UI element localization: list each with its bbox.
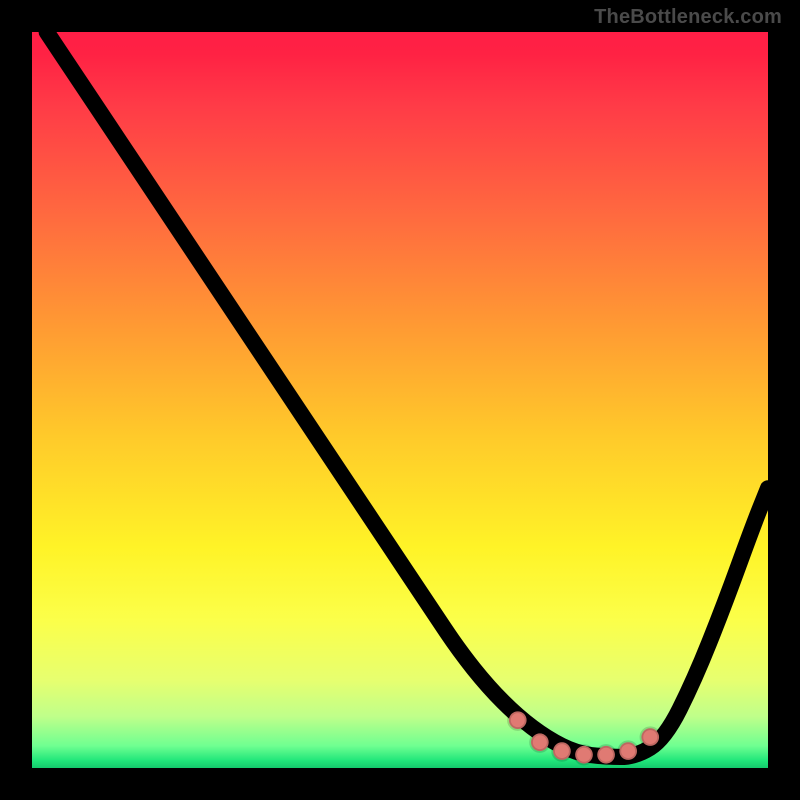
bottleneck-curve-path: [47, 32, 768, 757]
plot-area: [32, 32, 768, 768]
highlight-dot: [509, 711, 527, 729]
highlight-dot: [553, 742, 571, 760]
watermark-text: TheBottleneck.com: [594, 6, 782, 29]
highlight-dot: [619, 742, 637, 760]
curve-svg: [32, 32, 768, 768]
chart-frame: TheBottleneck.com: [0, 0, 800, 800]
highlight-dot: [597, 746, 615, 764]
highlight-dot: [641, 728, 659, 746]
highlight-dot: [575, 746, 593, 764]
highlight-dot: [531, 733, 549, 751]
